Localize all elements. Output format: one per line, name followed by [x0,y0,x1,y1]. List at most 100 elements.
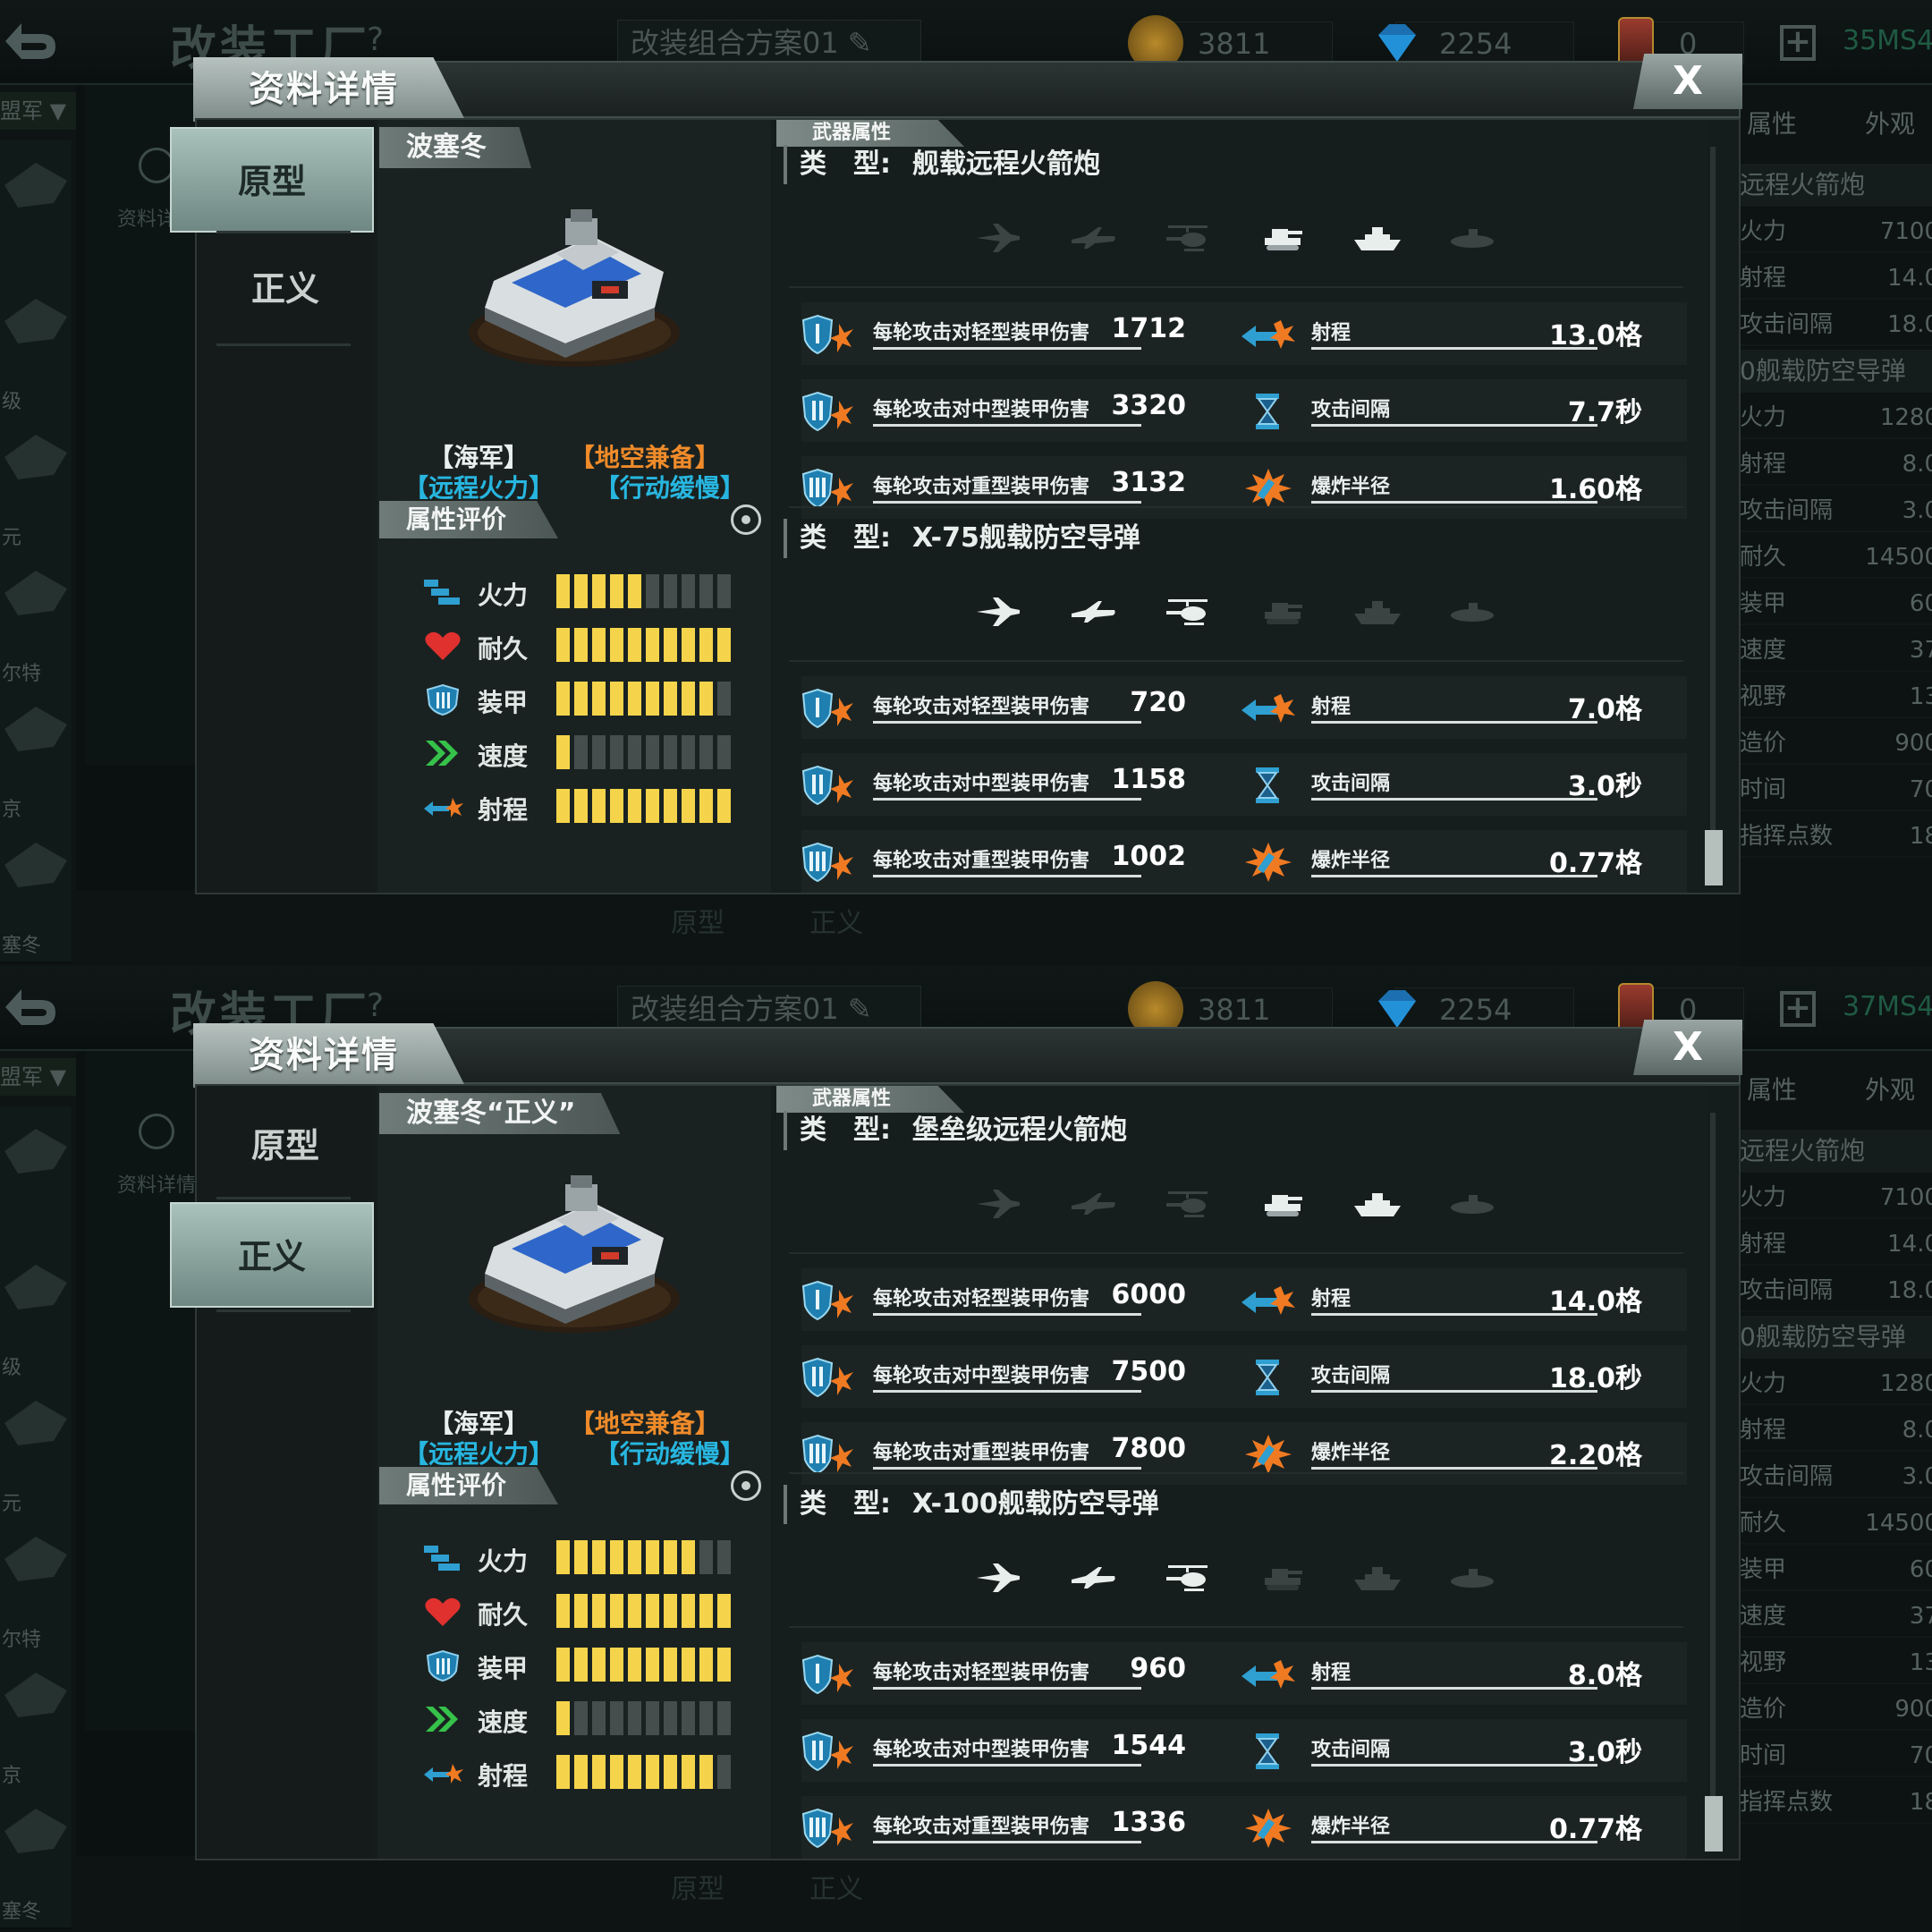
zoom-icon[interactable] [139,148,174,183]
tag-slow: 【行动缓慢】 [594,473,745,503]
attribute-label: 攻击间隔 [1740,311,1834,338]
edit-icon[interactable]: ✎ [848,26,872,60]
ship-thumbnail[interactable]: 级 [0,276,72,419]
rating-segment [646,574,659,608]
rating-segment [574,574,588,608]
close-button[interactable]: X [1633,54,1742,109]
damage-label: 每轮攻击对重型装甲伤害 [873,1442,1090,1464]
rating-row: 速度 [422,1699,753,1739]
attribute-label: 造价 [1740,1696,1787,1723]
rating-segment [628,789,641,823]
bottom-tab-justice[interactable]: 正义 [809,901,863,940]
add-button[interactable]: + [1780,991,1816,1027]
underline [873,347,1141,350]
attribute-value: 14.0 [1887,1231,1932,1258]
ship-list: 盟军 ▼ 级元尔特京塞冬 [0,1051,76,1932]
edit-icon[interactable]: ✎ [848,992,872,1026]
close-button[interactable]: X [1633,1020,1742,1075]
weapon-attributes: 武器属性 类 型: 舰载远程火箭炮 每轮攻击对轻型装甲伤害 1712 射程 13.0格 每轮… [776,120,1723,893]
rating-segment [610,1540,623,1574]
attribute-row: 攻击间隔 3.0 [1740,489,1932,532]
tab-prototype[interactable]: 原型 [170,127,374,233]
ship-thumbnail-label: 塞冬 [2,935,42,957]
attack-interval-icon [1240,1356,1297,1399]
underline [873,1841,1141,1843]
plan-name-field[interactable]: 改装组合方案01 ✎ [617,986,921,1032]
ship-thumbnail[interactable] [0,140,72,284]
rating-segment [592,682,606,716]
explosion-radius-icon [1240,1433,1297,1476]
weapon-type-label: 类 型: [800,1488,891,1520]
bottom-tabs: 原型 正义 [76,1856,1740,1932]
help-icon[interactable]: ? [367,987,384,1024]
underline [873,1467,1141,1470]
ship-thumbnail[interactable]: 京 [0,684,72,827]
add-button[interactable]: + [1780,25,1816,61]
tab-appearance[interactable]: 外观 [1865,103,1915,146]
tab-attributes[interactable]: 属性 [1747,103,1797,146]
ship-thumbnail[interactable]: 塞冬 [0,1786,72,1929]
target-types [973,220,1494,256]
scrollbar-thumb[interactable] [1705,1796,1723,1852]
firepower-icon [422,576,463,608]
ship-thumbnail[interactable]: 尔特 [0,1514,72,1657]
tab-appearance[interactable]: 外观 [1865,1069,1915,1112]
ship-thumbnail[interactable]: 京 [0,1650,72,1793]
rating-bar [556,1701,735,1737]
damage-value: 7500 [1111,1356,1187,1387]
tab-divider [216,231,351,233]
weapon-property-stat: 射程 8.0格 [1240,1642,1669,1705]
ship-thumbnail[interactable]: 级 [0,1242,72,1385]
rating-label: 火力 [478,580,529,610]
jet-icon [973,220,1023,256]
weapon-type-label: 类 型: [800,522,891,554]
rating-segment [699,1540,713,1574]
rating-label: 装甲 [478,688,529,717]
tank-icon [1258,220,1308,256]
weapon-property-stat: 爆炸半径 0.77格 [1240,1796,1669,1859]
bottom-tab-prototype[interactable]: 原型 [671,901,724,940]
back-icon[interactable] [0,16,72,66]
ship-thumbnail[interactable]: 元 [0,1378,72,1521]
property-label: 爆炸半径 [1311,850,1391,872]
weapon-stat-row: 每轮攻击对重型装甲伤害 7800 爆炸半径 2.20格 [801,1422,1687,1485]
attribute-label: 速度 [1740,637,1787,664]
ship-thumbnail-label: 塞冬 [2,1901,42,1923]
faction-filter[interactable]: 盟军 ▼ [0,1058,76,1096]
tab-prototype[interactable]: 原型 [197,1093,374,1199]
scrollbar[interactable] [1710,147,1716,880]
underline [1311,721,1597,724]
faction-filter[interactable]: 盟军 ▼ [0,92,76,130]
rating-segment [664,735,677,769]
tab-justice[interactable]: 正义 [170,1202,374,1308]
help-icon[interactable]: ? [367,21,384,58]
refresh-icon[interactable] [731,504,761,535]
tag-long-range: 【远程火力】 [403,1439,555,1469]
rating-segment [664,574,677,608]
bottom-tab-prototype[interactable]: 原型 [671,1867,724,1906]
tab-justice[interactable]: 正义 [197,236,374,342]
rating-segment [610,789,623,823]
plan-name-field[interactable]: 改装组合方案01 ✎ [617,20,921,66]
rating-label: 射程 [478,795,529,825]
scrollbar[interactable] [1710,1113,1716,1846]
rating-bar [556,628,735,664]
bottom-tab-justice[interactable]: 正义 [809,1867,863,1906]
ship-thumbnail[interactable]: 塞冬 [0,820,72,963]
ship-thumbnail[interactable] [0,1106,72,1250]
refresh-icon[interactable] [731,1470,761,1501]
back-icon[interactable] [0,982,72,1032]
rating-segment [717,1648,731,1682]
rating-segment [610,1648,623,1682]
ship-image [458,1166,691,1336]
attribute-rating-header: 属性评价 [379,501,558,538]
tab-attributes[interactable]: 属性 [1747,1069,1797,1112]
attribute-label: 时间 [1740,776,1787,803]
weapon-property-stat: 爆炸半径 0.77格 [1240,830,1669,893]
rating-segment [646,628,659,662]
ship-thumbnail[interactable]: 元 [0,412,72,555]
attribute-value: 18.0 [1887,311,1932,338]
scrollbar-thumb[interactable] [1705,830,1723,886]
zoom-icon[interactable] [139,1114,174,1149]
ship-thumbnail[interactable]: 尔特 [0,548,72,691]
